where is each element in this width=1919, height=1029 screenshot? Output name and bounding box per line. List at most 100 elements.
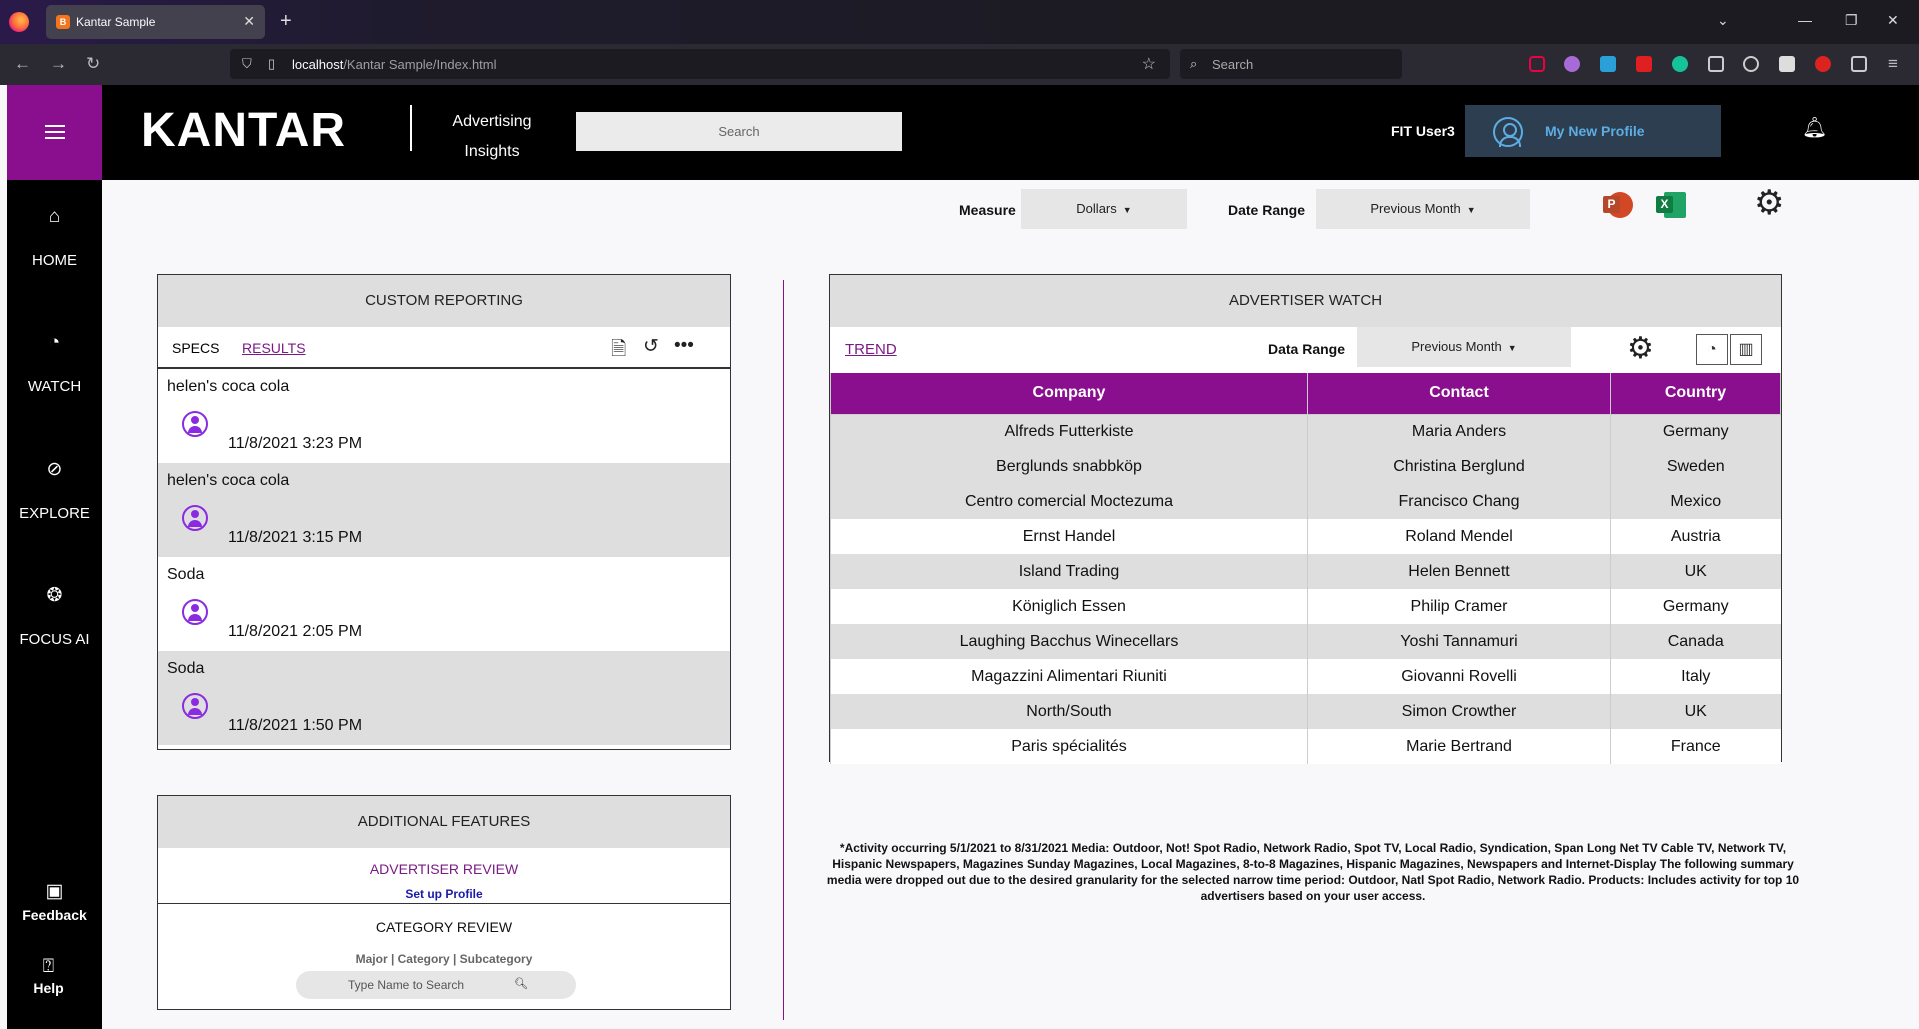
header-divider xyxy=(410,105,412,151)
bar-chart-icon[interactable]: ▥ xyxy=(1730,334,1762,365)
extension-f-icon[interactable] xyxy=(1779,56,1795,72)
forward-icon[interactable]: → xyxy=(50,54,67,74)
sidebar-item-focus-ai[interactable]: ❂ FOCUS AI xyxy=(7,584,102,648)
category-review-title: CATEGORY REVIEW xyxy=(375,919,513,935)
company-cell: Island Trading xyxy=(830,554,1308,589)
category-review-panel: CATEGORY REVIEW Major | Category | Subca… xyxy=(157,903,731,1010)
bell-icon[interactable]: 🔔︎ xyxy=(1802,115,1827,140)
measure-label: Measure xyxy=(959,202,1016,218)
extension-g-icon[interactable] xyxy=(1815,56,1831,72)
extension-a-icon[interactable] xyxy=(1564,56,1580,72)
browser-navbar: ← → ↻ ⛉ ▯ localhost/Kantar Sample/Index.… xyxy=(0,44,1919,85)
date-range-label: Date Range xyxy=(1228,202,1306,218)
report-item[interactable]: helen's coca cola 11/8/2021 3:23 PM xyxy=(158,369,730,463)
report-title: Soda xyxy=(167,566,205,583)
report-item[interactable]: Soda 11/8/2021 2:05 PM xyxy=(158,557,730,651)
bookmark-star-icon[interactable]: ☆ xyxy=(1142,54,1156,74)
settings-gear-icon[interactable]: ⚙ xyxy=(1754,183,1784,223)
watch-settings-gear-icon[interactable]: ⚙ xyxy=(1627,331,1654,366)
window-close-icon[interactable]: ✕ xyxy=(1887,12,1899,29)
shield-icon[interactable]: ⛉ xyxy=(242,56,252,72)
sidebar-item-home[interactable]: ⌂ HOME xyxy=(7,206,102,269)
header-search-input[interactable] xyxy=(576,112,902,151)
contact-cell: Helen Bennett xyxy=(1307,554,1611,589)
close-tab-icon[interactable]: ✕ xyxy=(243,13,255,30)
company-cell: Königlich Essen xyxy=(830,589,1308,624)
browser-search-box[interactable]: ⌕ Search xyxy=(1180,49,1402,79)
hamburger-menu-button[interactable] xyxy=(7,85,102,180)
report-item[interactable]: helen's coca cola 11/8/2021 3:15 PM xyxy=(158,463,730,557)
browser-search-placeholder: Search xyxy=(1212,57,1254,72)
sidebar-item-explore[interactable]: ⊘ EXPLORE xyxy=(7,458,102,522)
restore-icon[interactable]: ❐ xyxy=(1845,12,1858,29)
extension-d-icon[interactable] xyxy=(1708,56,1724,72)
table-row: Laughing Bacchus Winecellars Yoshi Tannam… xyxy=(830,624,1781,659)
company-cell: North/South xyxy=(830,694,1308,729)
report-date: 11/8/2021 1:50 PM xyxy=(228,717,363,734)
more-options-icon[interactable]: ••• xyxy=(674,335,694,357)
brain-icon: ❂ xyxy=(46,585,63,606)
report-title: helen's coca cola xyxy=(167,472,290,489)
home-icon: ⌂ xyxy=(48,206,61,227)
company-cell: Magazzini Alimentari Riuniti xyxy=(830,659,1308,694)
back-icon[interactable]: ← xyxy=(14,54,31,74)
measure-dropdown[interactable]: Dollars ▼ xyxy=(1021,189,1187,229)
url-bar[interactable]: ⛉ ▯ localhost/Kantar Sample/Index.html ☆ xyxy=(230,49,1170,79)
extension-e-icon[interactable] xyxy=(1743,56,1759,72)
sidebar-item-feedback[interactable]: ▣ Feedback xyxy=(7,880,102,923)
browser-tab[interactable]: B Kantar Sample ✕ xyxy=(46,5,265,39)
my-profile-button[interactable]: My New Profile xyxy=(1465,105,1721,157)
report-item[interactable]: Soda 11/8/2021 1:50 PM xyxy=(158,651,730,745)
advertiser-review-link[interactable]: ADVERTISER REVIEW xyxy=(158,861,730,877)
extension-c-icon[interactable] xyxy=(1636,56,1652,72)
advertiser-watch-toolbar: TREND Data Range Previous Month ▼ ⚙ ◔ ▥ xyxy=(830,327,1781,371)
setup-profile-link[interactable]: Set up Profile xyxy=(158,887,730,901)
pocket-icon[interactable] xyxy=(1529,56,1545,72)
column-header-company[interactable]: Company xyxy=(830,371,1308,415)
table-row: Ernst Handel Roland Mendel Austria xyxy=(830,519,1781,554)
app: KANTAR Advertising Insights FIT User3 My… xyxy=(7,85,1919,1029)
column-header-country[interactable]: Country xyxy=(1610,371,1781,415)
url-text: localhost/Kantar Sample/Index.html xyxy=(292,57,497,72)
search-icon: ⌕ xyxy=(1190,56,1198,71)
chevron-down-icon: ▼ xyxy=(1507,343,1517,353)
sidebar-item-help[interactable]: ⍰ Help xyxy=(1,956,96,996)
firefox-icon xyxy=(9,12,29,32)
category-search-box[interactable]: Type Name to Search 🔍︎ xyxy=(296,971,576,999)
additional-features-title: ADDITIONAL FEATURES xyxy=(158,796,730,848)
menu-icon[interactable]: ≡ xyxy=(1888,54,1898,74)
contact-cell: Marie Bertrand xyxy=(1307,729,1611,764)
tab-results[interactable]: RESULTS xyxy=(242,340,306,356)
history-icon[interactable]: ↺ xyxy=(643,335,659,358)
company-cell: Laughing Bacchus Winecellars xyxy=(830,624,1308,659)
excel-export-icon[interactable]: X xyxy=(1656,190,1688,220)
country-cell: Mexico xyxy=(1610,484,1781,519)
extension-b-icon[interactable] xyxy=(1600,56,1616,72)
contact-cell: Roland Mendel xyxy=(1307,519,1611,554)
contact-cell: Philip Cramer xyxy=(1307,589,1611,624)
sidebar-item-watch[interactable]: ◔ WATCH xyxy=(7,332,102,395)
tab-specs[interactable]: SPECS xyxy=(172,340,219,356)
avatar-icon xyxy=(1493,117,1523,147)
report-title: helen's coca cola xyxy=(167,378,290,395)
column-header-contact[interactable]: Contact xyxy=(1307,371,1611,415)
date-range-dropdown[interactable]: Previous Month ▼ xyxy=(1316,189,1530,229)
trend-link[interactable]: TREND xyxy=(845,341,897,358)
country-cell: UK xyxy=(1610,554,1781,589)
table-row: Centro comercial Moctezuma Francisco Chan… xyxy=(830,484,1781,519)
new-tab-icon[interactable]: + xyxy=(280,10,292,33)
page-icon: ▯ xyxy=(268,56,276,71)
sidebar: ⌂ HOME ◔ WATCH ⊘ EXPLORE ❂ FOCUS AI ▣ Fe… xyxy=(7,180,102,1029)
tab-list-icon[interactable]: ⌄ xyxy=(1717,12,1729,29)
minimize-icon[interactable]: — xyxy=(1798,12,1812,28)
data-range-dropdown[interactable]: Previous Month ▼ xyxy=(1357,327,1571,367)
contact-cell: Maria Anders xyxy=(1307,414,1611,449)
extensions-icon[interactable] xyxy=(1851,56,1867,72)
new-report-icon[interactable]: 🗎 xyxy=(611,335,626,367)
powerpoint-export-icon[interactable]: P xyxy=(1603,190,1635,220)
pie-chart-icon[interactable]: ◔ xyxy=(1696,334,1728,365)
user-icon xyxy=(182,505,208,531)
advertiser-table: Company Contact Country Alfreds Futterki… xyxy=(830,371,1781,764)
grammarly-icon[interactable] xyxy=(1672,56,1688,72)
reload-icon[interactable]: ↻ xyxy=(86,54,100,74)
